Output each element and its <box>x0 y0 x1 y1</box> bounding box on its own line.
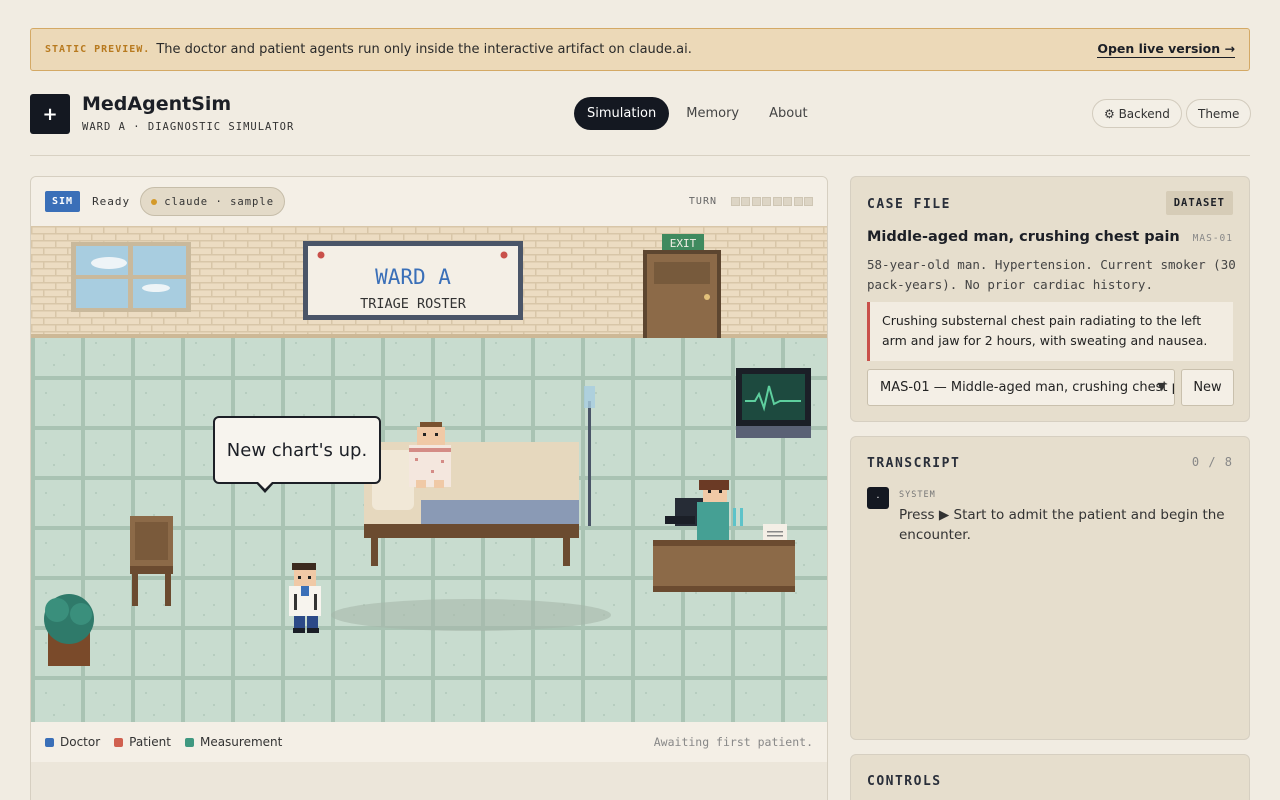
case-title: Middle-aged man, crushing chest pain <box>867 229 1180 245</box>
case-file-panel: CASE FILE DATASET Middle-aged man, crush… <box>850 176 1250 422</box>
legend-measurement: Measurement <box>184 735 283 749</box>
case-description: 58-year-old man. Hypertension. Current s… <box>867 257 1236 292</box>
heart-monitor <box>736 368 811 438</box>
system-icon: · <box>867 487 889 509</box>
simulation-panel: SIM Ready claude · sample TURN WARD A TR… <box>30 176 828 800</box>
controls-title: CONTROLS <box>867 774 942 789</box>
scene-legend: Doctor Patient Measurement Awaiting firs… <box>31 722 827 762</box>
turn-indicator: TURN <box>689 196 813 207</box>
open-live-link[interactable]: Open live version → <box>1097 41 1235 58</box>
chevron-down-icon: ▼ <box>1157 380 1166 393</box>
turn-box <box>783 197 792 206</box>
ward-sign: WARD A TRIAGE ROSTER <box>303 241 523 320</box>
window <box>71 242 191 312</box>
exit-sign: EXIT <box>670 237 697 250</box>
turn-boxes <box>729 197 813 206</box>
turn-box <box>762 197 771 206</box>
app-logo: + <box>30 94 70 134</box>
transcript-count: 0 / 8 <box>1191 455 1233 469</box>
turn-box <box>751 197 761 206</box>
legend-doctor-label: Doctor <box>60 735 101 749</box>
turn-box <box>793 197 803 206</box>
tab-memory[interactable]: Memory <box>673 97 752 130</box>
system-role-label: SYSTEM <box>899 490 936 500</box>
speech-tail <box>255 482 275 493</box>
sim-status: Ready <box>92 195 131 208</box>
awaiting-status: Awaiting first patient. <box>653 735 813 749</box>
chief-complaint: Crushing substernal chest pain radiating… <box>867 302 1233 361</box>
system-message: Press ▶ Start to admit the patient and b… <box>899 507 1225 543</box>
banner-tag: STATIC PREVIEW. <box>45 44 151 55</box>
speech-text: New chart's up. <box>226 439 368 461</box>
measurement-swatch <box>184 737 194 747</box>
sign-title: WARD A <box>375 265 451 289</box>
potted-plant <box>44 594 94 666</box>
model-label: claude · sample <box>164 195 275 208</box>
controls-panel: CONTROLS <box>850 754 1250 800</box>
ward-scene-art: WARD A TRIAGE ROSTER EXIT <box>31 226 827 722</box>
dataset-tag: DATASET <box>1165 191 1233 215</box>
theme-button[interactable]: Theme <box>1186 99 1252 128</box>
doctor-swatch <box>45 737 54 747</box>
sim-toolbar: SIM Ready claude · sample TURN <box>31 177 827 226</box>
sim-badge: SIM <box>45 191 81 212</box>
backend-button[interactable]: ⚙ Backend <box>1092 99 1182 128</box>
banner-message: The doctor and patient agents run only i… <box>156 42 692 57</box>
new-case-button[interactable]: New <box>1181 369 1234 406</box>
legend-measurement-label: Measurement <box>199 735 283 749</box>
turn-box <box>772 197 782 206</box>
turn-box <box>741 197 750 206</box>
static-preview-banner: STATIC PREVIEW. The doctor and patient a… <box>30 28 1250 71</box>
turn-box <box>804 197 813 206</box>
transcript-panel: TRANSCRIPT 0 / 8 · SYSTEM Press ▶ Start … <box>850 436 1250 740</box>
tab-about[interactable]: About <box>756 97 820 130</box>
ward-scene: WARD A TRIAGE ROSTER EXIT New chart's up… <box>31 226 827 722</box>
turn-label: TURN <box>688 196 717 207</box>
legend-doctor: Doctor <box>45 735 100 749</box>
speech-bubble: New chart's up. <box>213 416 381 493</box>
app-subtitle: WARD A · DIAGNOSTIC SIMULATOR <box>82 121 295 133</box>
case-select[interactable]: MAS-01 — Middle-aged man, crushing chest… <box>867 369 1175 406</box>
case-id: MAS-01 <box>1192 233 1233 244</box>
case-file-title: CASE FILE <box>867 197 951 212</box>
main-nav: Simulation Memory About <box>574 97 821 130</box>
patient-swatch <box>114 737 124 747</box>
sign-subtitle: TRIAGE ROSTER <box>360 296 467 312</box>
floor-shadow <box>331 599 611 631</box>
transcript-title: TRANSCRIPT <box>867 456 961 471</box>
model-pill[interactable]: claude · sample <box>140 187 286 216</box>
tab-simulation[interactable]: Simulation <box>574 97 670 130</box>
header-divider <box>30 155 1250 156</box>
case-select-value: MAS-01 — Middle-aged man, crushing chest… <box>880 380 1175 395</box>
legend-patient: Patient <box>114 735 171 749</box>
turn-box <box>730 197 740 206</box>
model-status-dot <box>151 198 158 205</box>
legend-patient-label: Patient <box>129 735 171 749</box>
app-title: MedAgentSim <box>82 93 232 115</box>
